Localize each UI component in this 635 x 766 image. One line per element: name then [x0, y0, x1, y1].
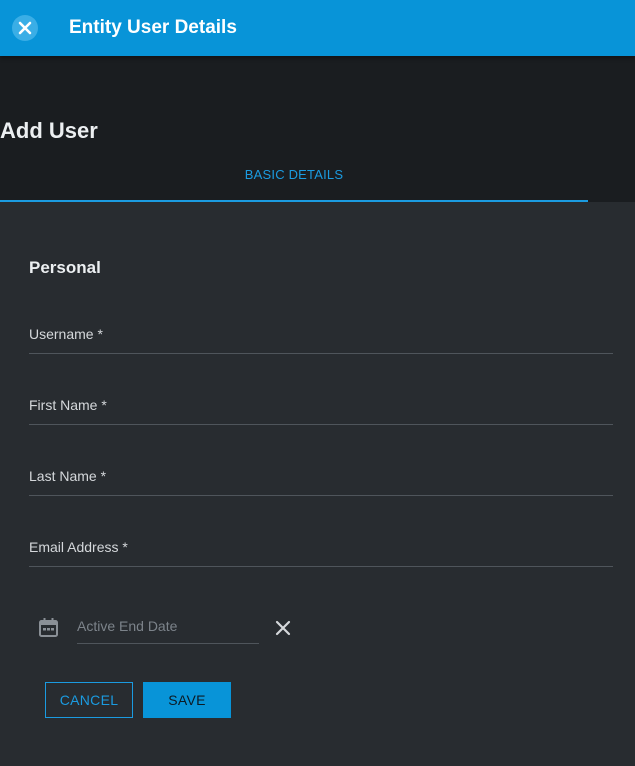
username-label: Username * [29, 326, 103, 342]
close-icon [18, 21, 32, 35]
dialog-title: Entity User Details [69, 17, 237, 38]
clear-date-button[interactable] [272, 617, 294, 639]
field-underline [29, 424, 613, 425]
first-name-label: First Name * [29, 397, 107, 413]
save-button[interactable]: SAVE [143, 682, 231, 718]
tab-basic-details[interactable]: BASIC DETAILS [0, 153, 588, 202]
cancel-button[interactable]: CANCEL [45, 682, 133, 718]
field-underline [29, 566, 613, 567]
page-title: Add User [0, 118, 98, 143]
last-name-field[interactable]: Last Name * [29, 468, 613, 508]
email-address-label: Email Address * [29, 539, 128, 555]
field-underline [29, 353, 613, 354]
active-end-date-input[interactable]: Active End Date [77, 614, 259, 644]
active-tab-indicator [0, 200, 588, 202]
section-title-personal: Personal [29, 258, 101, 277]
email-address-field[interactable]: Email Address * [29, 539, 613, 579]
active-end-date-placeholder: Active End Date [77, 618, 178, 634]
tab-label: BASIC DETAILS [244, 167, 344, 182]
field-underline [29, 495, 613, 496]
close-icon [275, 620, 291, 636]
first-name-field[interactable]: First Name * [29, 397, 613, 437]
last-name-label: Last Name * [29, 468, 107, 484]
page-header: Add User BASIC DETAILS [0, 56, 635, 202]
top-bar: Entity User Details [0, 0, 635, 56]
calendar-icon[interactable] [38, 617, 59, 638]
close-button[interactable] [12, 15, 38, 41]
username-field[interactable]: Username * [29, 326, 613, 366]
field-underline [77, 643, 259, 644]
